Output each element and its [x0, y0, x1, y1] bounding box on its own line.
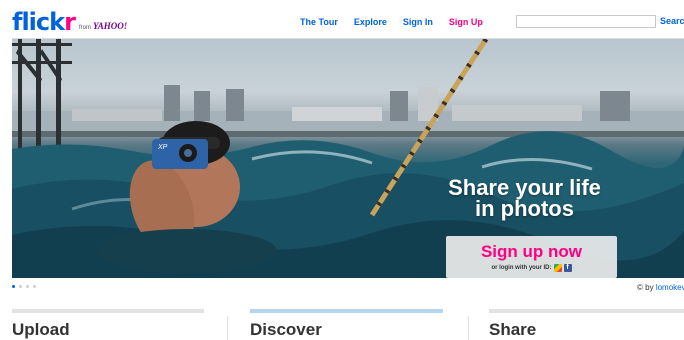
credit-prefix: © by — [637, 283, 654, 292]
section-share[interactable]: Share — [489, 309, 684, 340]
carousel-dots — [12, 285, 36, 288]
signup-panel: Sign up now or login with your ID: f — [446, 236, 617, 278]
hero-headline-line2: in photos — [475, 196, 574, 221]
logo-r: r — [64, 8, 76, 36]
logo-from-text: from — [78, 25, 91, 31]
hero-banner: XP Share your life in photos Sign up now… — [12, 38, 684, 278]
section-bar — [489, 309, 684, 313]
logo-flick: flick — [12, 8, 65, 36]
yahoo-logo: YAHOO! — [92, 21, 128, 31]
search-button[interactable]: Search — [660, 16, 684, 26]
section-bar — [12, 309, 204, 313]
hero-headline-line1: Share your life — [448, 175, 601, 200]
camera-label: XP — [157, 144, 168, 151]
nav-explore[interactable]: Explore — [354, 17, 387, 27]
nav-sign-up[interactable]: Sign Up — [449, 17, 483, 27]
main-nav: The Tour Explore Sign In Sign Up — [300, 17, 499, 27]
section-title-upload: Upload — [12, 320, 70, 339]
carousel-dot[interactable] — [26, 285, 29, 288]
search-input[interactable] — [516, 15, 656, 28]
google-icon[interactable] — [553, 264, 562, 272]
facebook-icon[interactable]: f — [563, 264, 572, 272]
carousel-dot[interactable] — [33, 285, 36, 288]
sign-up-now-button[interactable]: Sign up now — [446, 242, 617, 262]
section-divider — [227, 316, 228, 340]
hero-headline: Share your life in photos — [432, 175, 617, 221]
photo-credit: © by lomokev — [637, 283, 684, 292]
section-upload[interactable]: Upload — [12, 309, 204, 340]
nav-the-tour[interactable]: The Tour — [300, 17, 338, 27]
login-with-id: or login with your ID: f — [446, 264, 617, 272]
site-header: flickr from YAHOO! The Tour Explore Sign… — [0, 0, 684, 38]
credit-author-link[interactable]: lomokev — [656, 283, 684, 292]
nav-sign-in[interactable]: Sign In — [403, 17, 433, 27]
carousel-dot[interactable] — [19, 285, 22, 288]
section-divider — [468, 316, 469, 340]
flickr-logo[interactable]: flickr from YAHOO! — [12, 6, 127, 34]
section-title-share: Share — [489, 320, 537, 339]
section-title-discover: Discover — [250, 320, 322, 339]
logo-wordmark: flickr — [12, 8, 76, 36]
login-with-id-text: or login with your ID: — [491, 265, 552, 271]
section-discover[interactable]: Discover — [250, 309, 443, 340]
section-bar — [250, 309, 443, 313]
carousel-dot[interactable] — [12, 285, 15, 288]
